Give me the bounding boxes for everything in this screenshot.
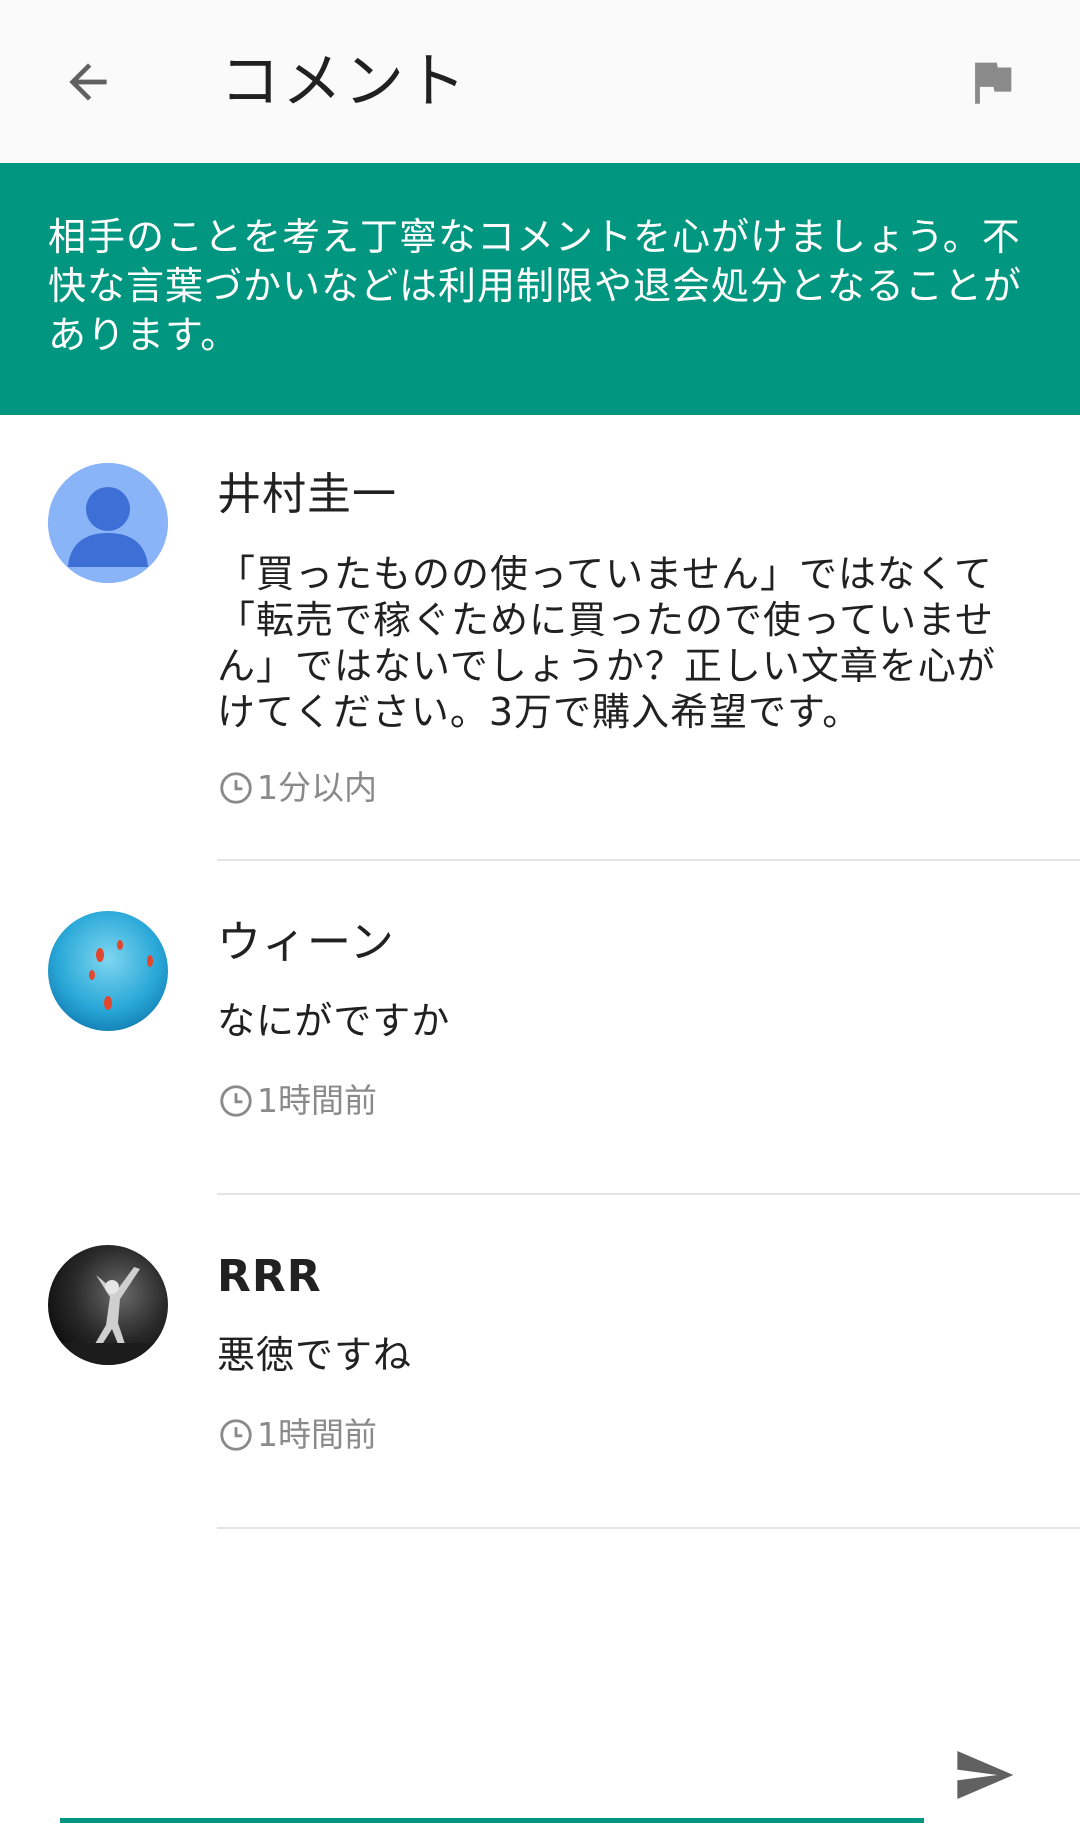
comment-text: 悪徳ですね [217, 1333, 413, 1377]
comment-item: RRR 悪徳ですね 1時間前 [0, 1195, 1080, 1529]
back-button[interactable] [52, 46, 124, 118]
commenter-name[interactable]: ウィーン [217, 915, 395, 971]
send-icon [957, 1751, 1014, 1799]
flag-icon [975, 62, 1012, 104]
fish-photo-avatar [48, 911, 168, 1031]
avatar[interactable] [48, 911, 168, 1031]
avatar[interactable] [48, 463, 168, 583]
comment-time-text: 1時間前 [257, 1081, 377, 1120]
comment-time: 1分以内 [217, 768, 377, 808]
arrow-back-icon [69, 63, 107, 101]
comment-input[interactable] [60, 1740, 924, 1814]
comment-time-text: 1時間前 [257, 1415, 377, 1454]
notice-banner: 相手のことを考え丁寧なコメントを心がけましょう。不快な言葉づかいなどは利用制限や… [0, 163, 1080, 415]
commenter-name[interactable]: 井村圭一 [217, 467, 397, 523]
comment-time: 1時間前 [217, 1081, 377, 1121]
performer-photo-avatar [48, 1245, 168, 1365]
divider [217, 1527, 1080, 1529]
notice-text: 相手のことを考え丁寧なコメントを心がけましょう。不快な言葉づかいなどは利用制限や… [48, 215, 1022, 357]
comment-list: 井村圭一 「買ったものの使っていません」ではなくて「転売で稼ぐために買ったので使… [0, 415, 1080, 1529]
report-button[interactable] [956, 46, 1028, 118]
comment-item: 井村圭一 「買ったものの使っていません」ではなくて「転売で稼ぐために買ったので使… [0, 415, 1080, 861]
avatar[interactable] [48, 1245, 168, 1365]
send-button[interactable] [944, 1735, 1024, 1815]
clock-icon [220, 1419, 252, 1451]
app-bar: コメント [0, 0, 1080, 163]
clock-icon [220, 772, 252, 804]
comment-time-text: 1分以内 [257, 768, 377, 807]
default-person-avatar [48, 463, 168, 583]
comment-item: ウィーン なにがですか 1時間前 [0, 861, 1080, 1195]
commenter-name[interactable]: RRR [217, 1249, 322, 1305]
page-title: コメント [220, 47, 468, 117]
comment-input-underline [60, 1818, 924, 1823]
comment-time: 1時間前 [217, 1415, 377, 1455]
comment-text: なにがですか [217, 999, 451, 1043]
comment-text: 「買ったものの使っていません」ではなくて「転売で稼ぐために買ったので使っていませ… [217, 552, 996, 734]
clock-icon [220, 1085, 252, 1117]
